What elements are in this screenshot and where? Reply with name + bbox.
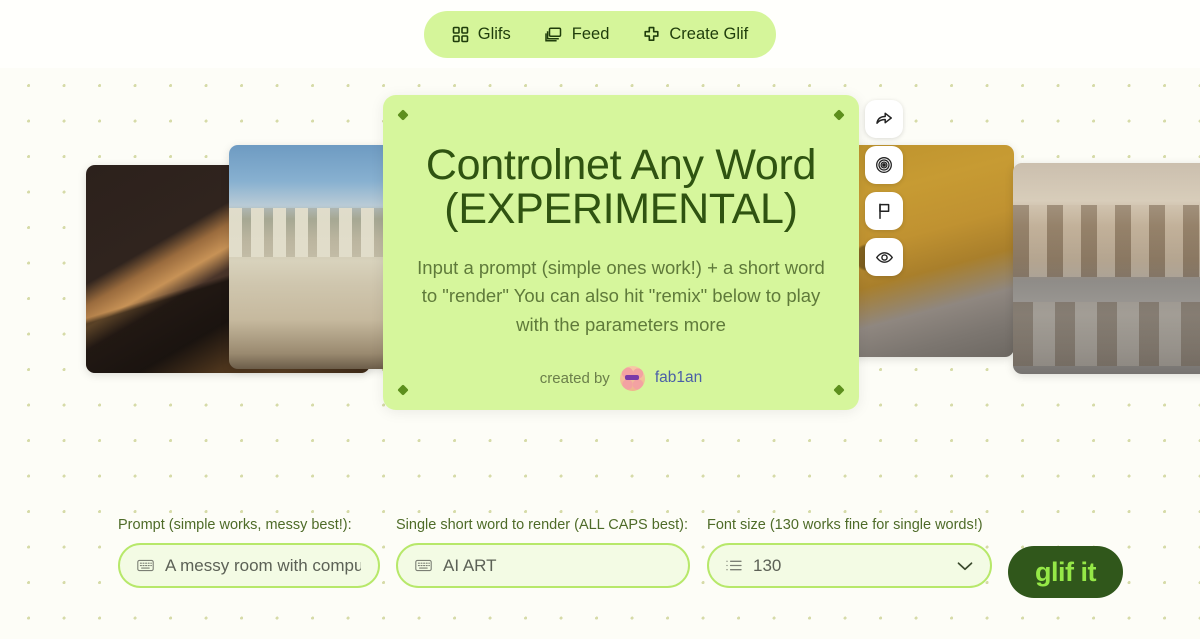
chevron-down-icon[interactable]: [957, 561, 973, 571]
flag-icon: [875, 202, 893, 220]
feed-icon: [545, 26, 563, 43]
grid-icon: [452, 26, 469, 43]
corner-diamond-top-right: [833, 109, 845, 121]
share-button[interactable]: [865, 100, 903, 138]
glif-author-row: created by fab1an: [539, 365, 702, 391]
glif-action-buttons: [865, 100, 903, 276]
nav-pill: Glifs Feed Create Glif: [423, 11, 777, 58]
glif-title: Controlnet Any Word (EXPERIMENTAL): [425, 141, 817, 234]
prompt-input-value: A messy room with compu: [165, 555, 361, 575]
nav-item-create-glif[interactable]: Create Glif: [643, 26, 748, 43]
field-prompt: Prompt (simple works, messy best!): A me…: [118, 517, 380, 588]
nav-item-glifs-label: Glifs: [477, 25, 511, 44]
word-input-value: AI ART: [443, 555, 497, 575]
glif-title-line-1: Controlnet Any Word: [425, 141, 817, 189]
plus-icon: [643, 26, 660, 43]
corner-diamond-top-left: [397, 109, 409, 121]
spiral-icon: [875, 156, 893, 174]
glif-description: Input a prompt (simple ones work!) + a s…: [417, 256, 825, 335]
font-size-select[interactable]: 130: [707, 543, 992, 588]
eye-icon: [875, 248, 894, 267]
font-size-select-value: 130: [753, 555, 782, 575]
nav-item-glifs[interactable]: Glifs: [452, 26, 511, 43]
flag-button[interactable]: [865, 192, 903, 230]
keyboard-icon: [137, 559, 154, 572]
field-font-size-label: Font size (130 works fine for single wor…: [707, 517, 983, 533]
field-font-size: Font size (130 works fine for single wor…: [707, 517, 992, 588]
glif-it-button-label: glif it: [1035, 556, 1096, 587]
corner-diamond-bottom-right: [833, 384, 845, 396]
nav-item-feed-label: Feed: [571, 25, 610, 44]
nav-item-feed[interactable]: Feed: [545, 25, 610, 44]
keyboard-icon: [415, 559, 432, 572]
nav-item-create-glif-label: Create Glif: [669, 25, 749, 44]
top-navigation: Glifs Feed Create Glif: [0, 11, 1200, 58]
font-size-select-content: 130: [726, 556, 781, 576]
share-arrow-icon: [875, 110, 893, 128]
remix-button[interactable]: [865, 146, 903, 184]
corner-diamond-bottom-left: [397, 384, 409, 396]
views-button[interactable]: [865, 238, 903, 276]
created-by-label: created by: [539, 369, 610, 387]
list-icon: [726, 559, 742, 572]
field-word: Single short word to render (ALL CAPS be…: [396, 517, 690, 588]
glif-title-line-2: (EXPERIMENTAL): [444, 185, 798, 234]
carousel-image-5[interactable]: [1013, 163, 1200, 374]
field-word-label: Single short word to render (ALL CAPS be…: [396, 517, 689, 533]
prompt-input[interactable]: A messy room with compu: [118, 543, 380, 588]
glif-it-button[interactable]: glif it: [1008, 546, 1123, 598]
word-input[interactable]: AI ART: [396, 543, 690, 588]
avatar: [619, 365, 645, 391]
author-name-link[interactable]: fab1an: [655, 369, 702, 387]
photo-group-of-cats: [1013, 163, 1200, 374]
glif-info-card: Controlnet Any Word (EXPERIMENTAL) Input…: [383, 95, 859, 410]
field-prompt-label: Prompt (simple works, messy best!):: [118, 517, 352, 533]
